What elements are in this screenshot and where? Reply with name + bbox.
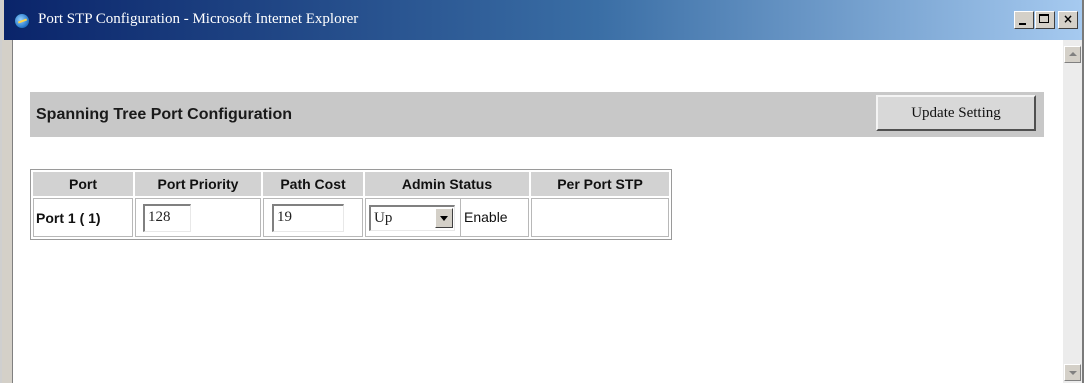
per-port-stp-cell bbox=[531, 198, 669, 237]
column-header-admin-status: Admin Status bbox=[365, 172, 529, 196]
ie-globe-icon bbox=[14, 13, 30, 29]
window-title: Port STP Configuration - Microsoft Inter… bbox=[38, 11, 359, 27]
maximize-button[interactable] bbox=[1035, 11, 1055, 29]
scroll-up-arrow-icon[interactable] bbox=[1064, 46, 1081, 63]
browser-window: Port STP Configuration - Microsoft Inter… bbox=[0, 0, 1084, 383]
scroll-down-arrow-icon[interactable] bbox=[1064, 364, 1081, 381]
admin-status-select[interactable]: Up bbox=[369, 204, 455, 231]
port-priority-cell: 128 bbox=[135, 198, 261, 237]
page-title: Spanning Tree Port Configuration bbox=[36, 106, 292, 123]
close-button[interactable]: × bbox=[1058, 11, 1078, 29]
title-bar[interactable]: Port STP Configuration - Microsoft Inter… bbox=[4, 0, 1082, 40]
vertical-scrollbar[interactable] bbox=[1063, 40, 1082, 383]
close-icon: × bbox=[1062, 12, 1074, 26]
table-row: Port 1 ( 1) 128 19 Up Enable bbox=[33, 198, 669, 237]
admin-status-cell: Up Enable bbox=[365, 198, 529, 237]
admin-status-value: Up bbox=[374, 209, 393, 226]
minimize-button[interactable] bbox=[1014, 11, 1034, 29]
column-header-per-port-stp: Per Port STP bbox=[531, 172, 669, 196]
path-cost-input[interactable]: 19 bbox=[272, 203, 344, 232]
update-setting-button[interactable]: Update Setting bbox=[876, 95, 1036, 131]
port-state-text: Enable bbox=[460, 199, 510, 236]
chevron-down-icon[interactable] bbox=[435, 207, 453, 228]
port-name-cell: Port 1 ( 1) bbox=[33, 198, 133, 237]
port-priority-input[interactable]: 128 bbox=[143, 203, 191, 232]
column-header-port-priority: Port Priority bbox=[135, 172, 261, 196]
table-header-row: Port Port Priority Path Cost Admin Statu… bbox=[33, 172, 669, 196]
column-header-port: Port bbox=[33, 172, 133, 196]
port-stp-table: Port Port Priority Path Cost Admin Statu… bbox=[30, 169, 672, 240]
admin-status-wrap: Up Enable bbox=[366, 199, 528, 236]
column-header-path-cost: Path Cost bbox=[263, 172, 363, 196]
path-cost-cell: 19 bbox=[263, 198, 363, 237]
